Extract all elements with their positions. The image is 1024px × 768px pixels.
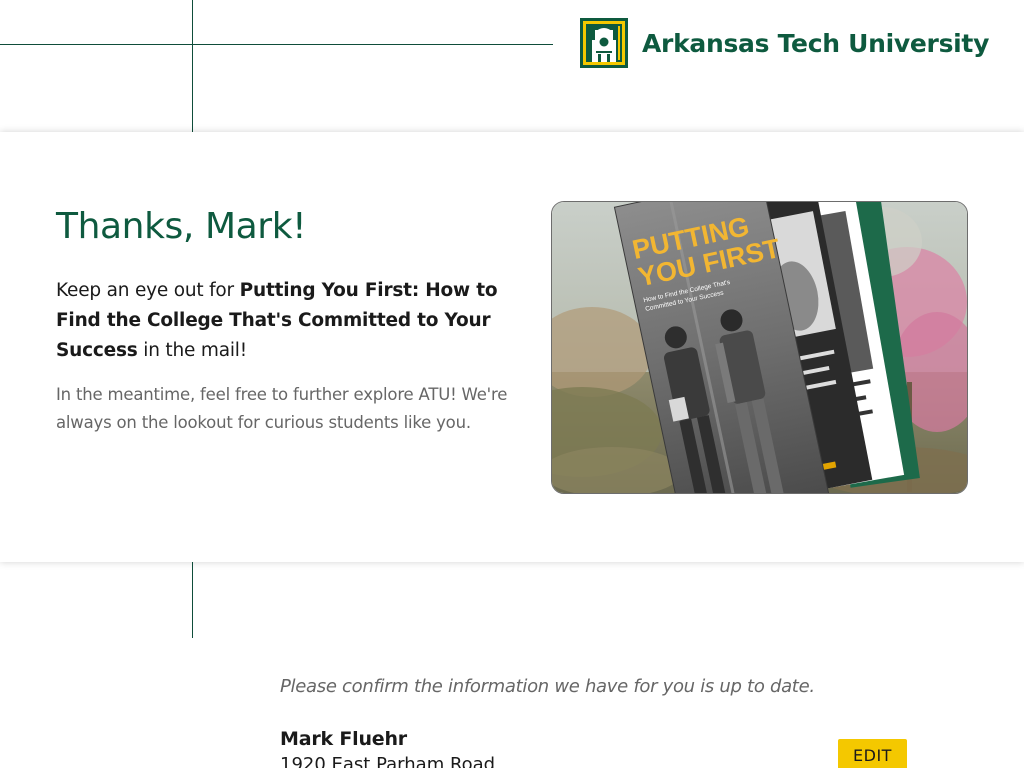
university-name: Arkansas Tech University bbox=[642, 28, 990, 58]
contact-name: Mark Fluehr bbox=[280, 728, 407, 750]
university-logo[interactable]: Arkansas Tech University bbox=[580, 18, 989, 68]
thank-you-hero: Thanks, Mark! Keep an eye out for Puttin… bbox=[0, 132, 1024, 562]
lead-suffix: in the mail! bbox=[137, 340, 247, 361]
decorative-horizontal-line bbox=[0, 44, 553, 45]
confirm-info-prompt: Please confirm the information we have f… bbox=[280, 676, 815, 697]
edit-button[interactable]: EDIT bbox=[838, 739, 907, 768]
brochure-image: PUTTING YOU FIRST How to Find the Colleg… bbox=[551, 201, 968, 494]
atu-bell-tower-icon bbox=[580, 18, 628, 68]
hero-sub-text: In the meantime, feel free to further ex… bbox=[56, 385, 508, 432]
hero-lead-text: Keep an eye out for Putting You First: H… bbox=[56, 276, 506, 366]
hero-title: Thanks, Mark! bbox=[56, 206, 307, 247]
decorative-vertical-line-top bbox=[192, 0, 193, 133]
page: Arkansas Tech University Thanks, Mark! K… bbox=[0, 0, 1024, 768]
decorative-vertical-line-bottom bbox=[192, 562, 193, 638]
lead-prefix: Keep an eye out for bbox=[56, 280, 240, 301]
contact-address-line1: 1920 East Parham Road bbox=[280, 754, 496, 768]
